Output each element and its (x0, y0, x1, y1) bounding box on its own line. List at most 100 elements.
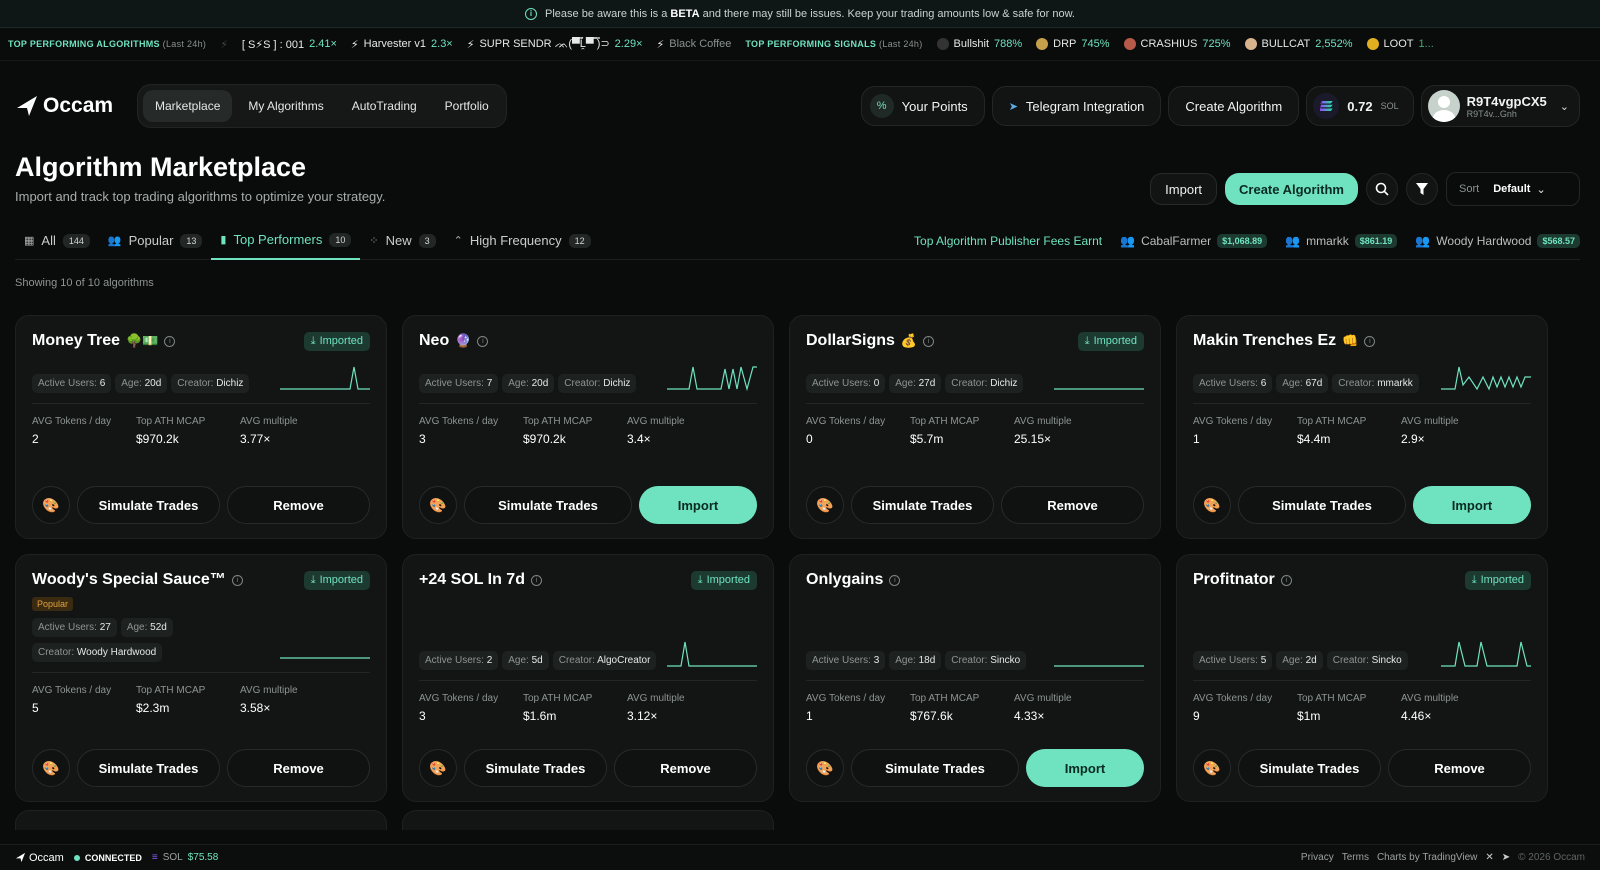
tradingview-link[interactable]: Charts by TradingView (1377, 852, 1477, 863)
palette-button[interactable]: 🎨 (419, 486, 457, 524)
bolt-icon: ⚡ (350, 38, 359, 51)
info-icon[interactable]: i (530, 574, 542, 586)
simulate-trades-button[interactable]: Simulate Trades (1238, 749, 1381, 787)
nav-portfolio[interactable]: Portfolio (433, 90, 501, 122)
tab-popular[interactable]: 👥 Popular 13 (99, 222, 212, 260)
simulate-trades-button[interactable]: Simulate Trades (464, 749, 607, 787)
page-subtitle: Import and track top trading algorithms … (15, 189, 386, 204)
card-stats: AVG Tokens / day 1 Top ATH MCAP $4.4m AVG … (1193, 416, 1531, 446)
ticker-signal-item[interactable]: CRASHIUS 725% (1123, 38, 1231, 50)
remove-button[interactable]: Remove (1001, 486, 1144, 524)
terms-link[interactable]: Terms (1342, 852, 1369, 863)
ticker-algo-item[interactable]: ⚡ Black Coffee (657, 38, 732, 51)
import-button[interactable]: Import (1413, 486, 1531, 524)
remove-button[interactable]: Remove (614, 749, 757, 787)
user-menu[interactable]: R9T4vgpCX5 R9T4v...Gnh ⌄ (1420, 85, 1580, 127)
occam-logo-icon (17, 96, 37, 116)
stat-avg-multiple: AVG multiple 4.33× (1014, 693, 1072, 723)
card-meta: Active Users: 5 Age: 2d Creator: Sincko (1193, 641, 1531, 670)
stat-avg-tokens: AVG Tokens / day 3 (419, 416, 499, 446)
telegram-integration-button[interactable]: ➤ Telegram Integration (991, 86, 1162, 126)
palette-button[interactable]: 🎨 (32, 749, 70, 787)
publisher-fees: Top Algorithm Publisher Fees Earnt 👥 Caba… (914, 233, 1580, 248)
ticker-algo-item[interactable]: ⚡ SUPR SENDR ᨏ(▀̿Ĺ̯▀̿ ̿)⊃ 2.29× (467, 37, 643, 51)
stat-avg-tokens: AVG Tokens / day 9 (1193, 693, 1273, 723)
meta-chip: Active Users: 3 (806, 651, 886, 670)
algorithm-card[interactable]: Woody's Special Sauce™ i ⤓ Imported Popul… (15, 554, 387, 802)
simulate-trades-button[interactable]: Simulate Trades (464, 486, 632, 524)
tab-all[interactable]: ▦ All 144 (15, 222, 99, 260)
occam-logo[interactable]: Occam (15, 94, 137, 118)
tab-top-performers[interactable]: ▮ Top Performers 10 (211, 222, 361, 260)
algorithm-card[interactable]: Neo 🔮 i Active Users: 7 Age: 20d Creator: … (402, 315, 774, 539)
simulate-trades-button[interactable]: Simulate Trades (851, 486, 994, 524)
info-icon[interactable]: i (477, 335, 489, 347)
fee-item[interactable]: 👥 Woody Hardwood $568.57 (1415, 233, 1580, 248)
bolt-icon: ⚡ (466, 38, 475, 51)
header-create-algorithm-button[interactable]: Create Algorithm (1168, 86, 1300, 126)
info-icon[interactable]: i (889, 574, 901, 586)
card-stats: AVG Tokens / day 1 Top ATH MCAP $767.6k AV… (806, 693, 1144, 723)
simulate-trades-button[interactable]: Simulate Trades (1238, 486, 1406, 524)
info-icon[interactable]: i (1280, 574, 1292, 586)
tab-new[interactable]: ⁘ New 3 (360, 222, 444, 260)
algorithm-card[interactable]: Onlygains i Active Users: 3 Age: 18d Creat… (789, 554, 1161, 802)
points-label: Your Points (901, 98, 968, 114)
import-button[interactable]: Import (1026, 749, 1144, 787)
your-points-button[interactable]: % Your Points (860, 86, 985, 126)
search-button[interactable] (1366, 173, 1398, 205)
sort-dropdown[interactable]: Sort Default ⌄ (1446, 172, 1580, 206)
x-icon[interactable]: ✕ (1485, 852, 1493, 863)
import-button[interactable]: Import (1150, 173, 1218, 205)
card-actions: 🎨 Simulate Trades Import (1193, 486, 1531, 524)
create-algorithm-button[interactable]: Create Algorithm (1225, 173, 1358, 205)
palette-button[interactable]: 🎨 (1193, 486, 1231, 524)
sol-balance[interactable]: 0.72 SOL (1306, 86, 1414, 126)
remove-button[interactable]: Remove (227, 486, 370, 524)
info-icon[interactable]: i (231, 574, 243, 586)
filter-button[interactable] (1406, 173, 1438, 205)
algorithm-card[interactable]: Money Tree 🌳💵 i ⤓ Imported Active Users: … (15, 315, 387, 539)
nav-my-algorithms[interactable]: My Algorithms (236, 90, 335, 122)
remove-button[interactable]: Remove (227, 749, 370, 787)
algorithm-card[interactable]: +24 SOL In 7d i ⤓ Imported Active Users: … (402, 554, 774, 802)
ticker-signal-item[interactable]: DRP 745% (1036, 38, 1110, 50)
remove-button[interactable]: Remove (1388, 749, 1531, 787)
simulate-trades-button[interactable]: Simulate Trades (77, 749, 220, 787)
simulate-trades-button[interactable]: Simulate Trades (851, 749, 1019, 787)
palette-button[interactable]: 🎨 (806, 486, 844, 524)
ticker-signal-item[interactable]: Bullshit 788% (936, 38, 1022, 50)
palette-button[interactable]: 🎨 (419, 749, 457, 787)
algorithm-card[interactable]: Makin Trenches Ez 👊 i Active Users: 6 Age… (1176, 315, 1548, 539)
ticker-signal-item[interactable]: BULLCAT 2,552% (1244, 38, 1353, 50)
nav-autotrading[interactable]: AutoTrading (340, 90, 429, 122)
import-button[interactable]: Import (639, 486, 757, 524)
card-title: DollarSigns (806, 332, 895, 349)
card-peek (402, 810, 774, 830)
algorithm-card[interactable]: Profitnator i ⤓ Imported Active Users: 5A… (1176, 554, 1548, 802)
telegram-icon[interactable]: ➤ (1502, 852, 1510, 863)
meta-chip: Active Users: 7 (419, 374, 499, 393)
card-stats: AVG Tokens / day 0 Top ATH MCAP $5.7m AVG … (806, 416, 1144, 446)
simulate-trades-button[interactable]: Simulate Trades (77, 486, 220, 524)
search-icon (1375, 182, 1389, 196)
palette-button[interactable]: 🎨 (1193, 749, 1231, 787)
ticker-signal-item[interactable]: LOOT 1... (1366, 38, 1434, 50)
info-icon[interactable]: i (1364, 335, 1376, 347)
algorithm-card[interactable]: DollarSigns 💰 i ⤓ Imported Active Users: … (789, 315, 1161, 539)
fee-item[interactable]: 👥 mmarkk $861.19 (1285, 233, 1398, 248)
palette-button[interactable]: 🎨 (32, 486, 70, 524)
footer-logo[interactable]: Occam (15, 852, 64, 864)
beta-text: Please be aware this is a BETA and there… (545, 7, 1075, 20)
fees-title: Top Algorithm Publisher Fees Earnt (914, 233, 1103, 248)
tab-high-frequency[interactable]: ⌃ High Frequency 12 (445, 222, 600, 260)
info-icon[interactable]: i (923, 335, 935, 347)
palette-button[interactable]: 🎨 (806, 749, 844, 787)
info-icon[interactable]: i (164, 335, 176, 347)
fee-item[interactable]: 👥 CabalFarmer $1,068.89 (1120, 233, 1268, 248)
ticker-algo-item[interactable]: [ S⚡S ] : 001 2.41× (242, 38, 337, 51)
privacy-link[interactable]: Privacy (1301, 852, 1334, 863)
ticker-algo-item[interactable]: ⚡ Harvester v1 2.3× (351, 38, 453, 51)
nav-marketplace[interactable]: Marketplace (143, 90, 233, 122)
sort-value: Default (1493, 183, 1531, 195)
